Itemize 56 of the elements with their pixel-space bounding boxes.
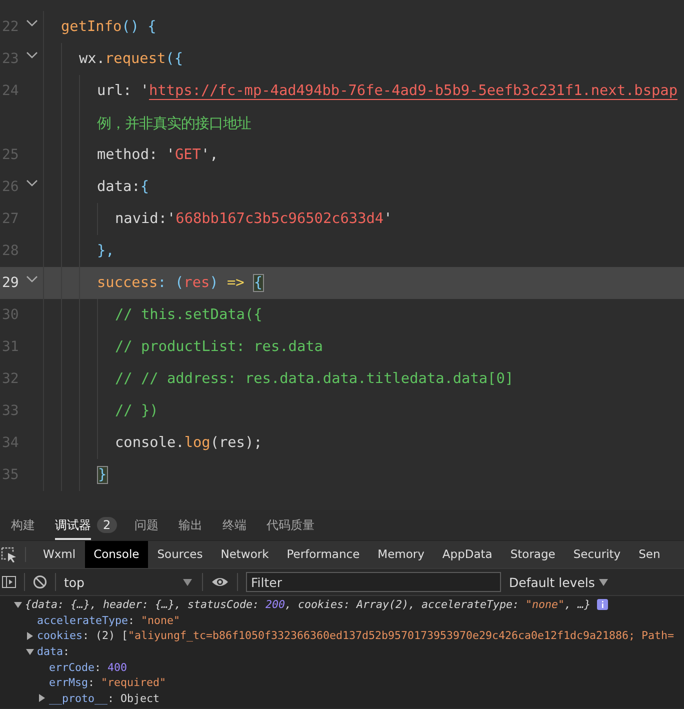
object-summary: {data: {…}, header: {…}, statusCode: 200, cookies: Array(2), accelerateType: "none", …}: [25, 597, 591, 612]
devtools-tab[interactable]: Wxml: [34, 541, 85, 568]
fold-chevron-icon[interactable]: [26, 19, 38, 27]
devtools-tab[interactable]: Memory: [368, 541, 434, 568]
object-property: accelerateType: "none": [37, 612, 180, 628]
code-line: url: 'https://fc-mp-4ad494bb-76fe-4ad9-b5b9-5eefb3c231f1.next.bspap: [97, 83, 678, 99]
devtools-tab[interactable]: Performance: [278, 541, 369, 568]
object-property: cookies: (2) ["aliyungf_tc=b86f1050f332366360ed137d52b9570173953970e29c426ca0e12f1dc9a21886; Path=: [37, 628, 674, 644]
code-line: success: (res) => {: [97, 275, 264, 291]
devtools-tab[interactable]: Console: [84, 541, 148, 568]
fold-chevron-icon[interactable]: [26, 51, 38, 59]
code-line: // // address: res.data.data.titledata.data[0]: [115, 371, 514, 387]
dropdown-caret-icon: [183, 578, 192, 586]
code-line: 例，并非真实的接口地址: [97, 114, 251, 132]
panel-tab[interactable]: 代码质量: [266, 510, 315, 540]
code-line: },: [97, 243, 114, 259]
code-line: method: 'GET',: [97, 147, 218, 163]
object-property: errCode: 400: [49, 660, 128, 675]
code-line: data:{: [97, 179, 149, 195]
expanded-arrow-icon[interactable]: [14, 600, 22, 609]
context-select[interactable]: top: [64, 574, 194, 590]
panel-tab[interactable]: 问题: [134, 510, 159, 540]
object-property: errMsg: "required": [49, 675, 166, 690]
line-number: 29: [2, 275, 19, 291]
devtools-tab[interactable]: Storage: [501, 541, 564, 568]
object-property: data:: [37, 644, 70, 660]
collapsed-arrow-icon[interactable]: [38, 694, 46, 702]
clear-console-icon[interactable]: [33, 575, 47, 589]
inspect-icon[interactable]: [1, 546, 17, 562]
fold-chevron-icon[interactable]: [26, 275, 38, 283]
sidebar-toggle-icon[interactable]: [2, 575, 16, 589]
devtools-tab[interactable]: Security: [564, 541, 630, 568]
info-icon[interactable]: [596, 599, 608, 610]
code-line: navid:'668bb167c3b5c96502c633d4': [115, 211, 392, 227]
devtools-tab[interactable]: Network: [212, 541, 278, 568]
dropdown-caret-icon: [598, 578, 608, 586]
fold-chevron-icon[interactable]: [26, 179, 38, 187]
panel-tab[interactable]: 构建: [11, 510, 35, 540]
collapsed-arrow-icon[interactable]: [26, 632, 34, 640]
panel-tab[interactable]: 终端: [222, 510, 247, 540]
filter-field[interactable]: Filter: [246, 572, 501, 592]
count-badge: 2: [97, 517, 117, 533]
code-line: // this.setData({: [115, 307, 262, 323]
devtools-tab[interactable]: Sources: [148, 541, 212, 568]
log-levels-dropdown[interactable]: Default levels: [509, 574, 608, 590]
eye-icon[interactable]: [211, 576, 229, 588]
code-line: wx.request({: [79, 51, 183, 67]
expanded-arrow-icon[interactable]: [26, 648, 34, 656]
devtools-tab[interactable]: AppData: [433, 541, 502, 568]
object-property: __proto__: Object: [49, 690, 160, 706]
devtools-tab[interactable]: Sen: [630, 541, 670, 568]
panel-tab[interactable]: 输出: [178, 510, 203, 540]
code-line: // }): [115, 403, 158, 419]
code-line: console.log(res);: [115, 435, 262, 451]
code-line: // productList: res.data: [115, 339, 323, 355]
code-line: getInfo() {: [61, 19, 156, 35]
